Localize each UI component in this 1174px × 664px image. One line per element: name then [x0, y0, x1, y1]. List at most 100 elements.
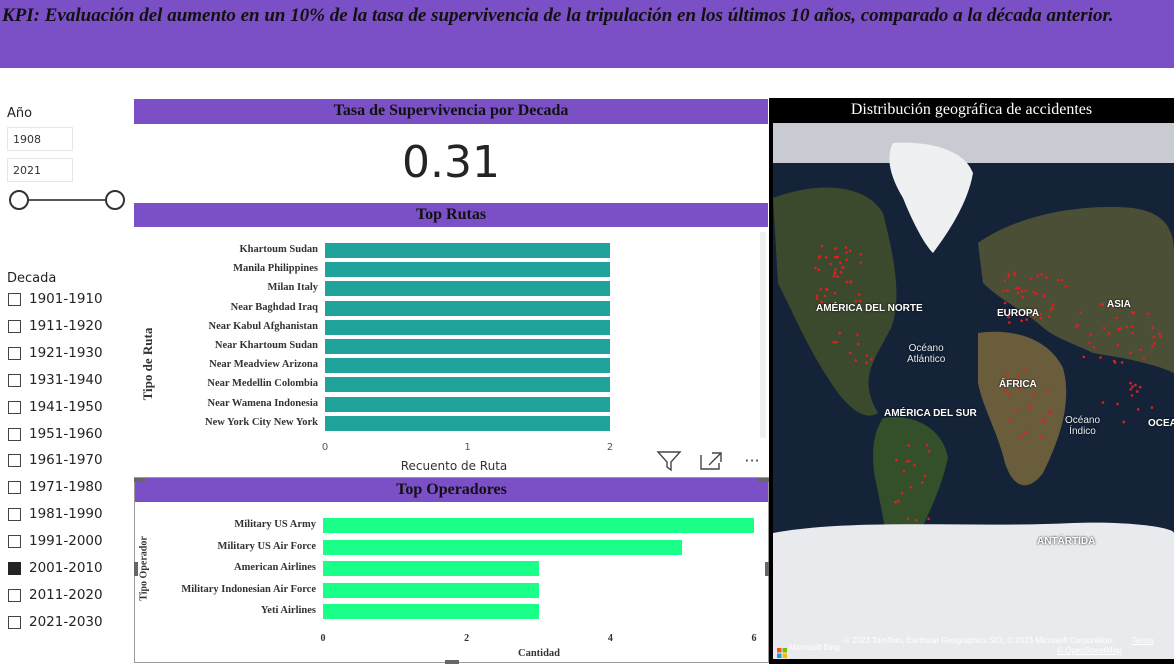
decade-option-label: 1941-1950: [29, 398, 103, 415]
map-region-label: EUROPA: [997, 308, 1040, 319]
decade-option-label: 1991-2000: [29, 533, 103, 550]
map-terms-link[interactable]: Terms: [1132, 636, 1154, 645]
x-tick-label: 2: [606, 442, 614, 453]
decade-option[interactable]: 1951-1960: [7, 425, 127, 447]
year-end-input[interactable]: 2021: [7, 158, 73, 182]
category-label: Military US Army: [234, 519, 316, 530]
decade-option[interactable]: 1931-1940: [7, 371, 127, 393]
resize-handle-bottom[interactable]: [445, 660, 459, 664]
decade-option[interactable]: 1911-1920: [7, 317, 127, 339]
decade-option-label: 2011-2020: [29, 586, 103, 603]
category-label: Near Baghdad Iraq: [230, 301, 318, 313]
decade-option[interactable]: 1921-1930: [7, 344, 127, 366]
map-region-label: ANTÁRTIDA: [1037, 536, 1096, 547]
bar[interactable]: [323, 582, 539, 598]
decade-option-label: 2001-2010: [29, 560, 103, 576]
category-label: Milan Italy: [267, 282, 318, 294]
category-label: Near Wamena Indonesia: [207, 397, 318, 409]
decade-checkbox[interactable]: [8, 319, 21, 333]
decade-option-label: 1961-1970: [29, 452, 103, 469]
decade-checkbox[interactable]: [8, 588, 21, 602]
decade-option-label: 1911-1920: [29, 317, 103, 334]
bar[interactable]: [325, 300, 610, 316]
filter-icon[interactable]: [656, 450, 682, 472]
bar[interactable]: [325, 262, 610, 278]
bar[interactable]: [325, 415, 610, 431]
bar[interactable]: [323, 518, 754, 533]
decade-option[interactable]: 1901-1910: [7, 290, 127, 312]
x-tick-label: 0: [320, 633, 326, 644]
year-start-input[interactable]: 1908: [7, 127, 73, 151]
decade-checkbox[interactable]: [8, 346, 21, 360]
decade-option[interactable]: 2001-2010: [7, 559, 127, 581]
top-routes-scrollbar[interactable]: [760, 232, 766, 438]
year-filter-label: Año: [7, 106, 33, 121]
resize-handle-top-right[interactable]: [757, 478, 769, 482]
resize-handle-top-left[interactable]: [134, 478, 146, 482]
decade-checkbox[interactable]: [8, 293, 21, 306]
category-label: Military US Air Force: [217, 540, 316, 552]
decade-option[interactable]: 2021-2030: [7, 613, 127, 635]
decade-checkbox[interactable]: [8, 481, 21, 495]
decade-checkbox[interactable]: [8, 400, 21, 414]
top-operators-chart: Tipo Operador Military US Army Military U…: [134, 503, 768, 663]
decade-checkbox[interactable]: [8, 454, 21, 468]
bar[interactable]: [325, 339, 610, 354]
decade-checkbox[interactable]: [8, 535, 21, 549]
bar[interactable]: [325, 377, 610, 393]
category-label: American Airlines: [234, 562, 316, 573]
decade-option[interactable]: 1991-2000: [7, 532, 127, 554]
map-region-label: ASIA: [1107, 299, 1131, 310]
decade-option[interactable]: 1961-1970: [7, 451, 127, 473]
map-osm-link[interactable]: © OpenStreetMap: [1057, 646, 1122, 655]
year-slider-start-handle[interactable]: [9, 190, 29, 210]
decade-option-label: 1921-1930: [29, 344, 103, 361]
category-label: Near Kabul Afghanistan: [208, 320, 319, 332]
bar[interactable]: [325, 319, 610, 335]
kpi-banner-text: KPI: Evaluación del aumento en un 10% de…: [2, 5, 1114, 26]
map-ocean-label-line: Atlántico: [907, 354, 946, 365]
bar[interactable]: [325, 281, 610, 297]
top-operators-xlabel: Cantidad: [517, 648, 560, 659]
map-attribution: © 2023 TomTom, Earthstar Geographics SIO…: [844, 636, 1114, 645]
decade-option[interactable]: 1941-1950: [7, 398, 127, 420]
decade-filter-label: Decada: [7, 271, 57, 286]
decade-checkbox[interactable]: [8, 562, 21, 575]
x-tick-label: 4: [607, 633, 613, 644]
decade-checkbox[interactable]: [8, 615, 21, 629]
year-slider-track[interactable]: [20, 199, 116, 201]
category-label: Khartoum Sudan: [239, 244, 318, 255]
x-tick-label: 6: [751, 633, 757, 644]
category-label: Near Khartoum Sudan: [214, 340, 318, 351]
decade-checkbox[interactable]: [8, 373, 21, 387]
decade-option[interactable]: 1971-1980: [7, 478, 127, 500]
decade-option[interactable]: 2011-2020: [7, 586, 127, 608]
more-options-button[interactable]: ···: [739, 450, 765, 472]
top-routes-chart: Tipo de Ruta Khartoum Sudan Manila Philip…: [134, 228, 768, 474]
bar[interactable]: [325, 358, 610, 374]
map-region-label: OCEA: [1148, 418, 1174, 429]
decade-option-label: 1931-1940: [29, 371, 103, 388]
bar[interactable]: [325, 396, 610, 412]
category-label: Near Medellin Colombia: [207, 378, 318, 390]
map-ocean-label-line: Océano: [1065, 415, 1101, 426]
survival-card-title: Tasa de Supervivencia por Decada: [134, 99, 768, 124]
resize-handle-left[interactable]: [134, 562, 138, 576]
category-label: Manila Philippines: [233, 263, 318, 275]
decade-option[interactable]: 1981-1990: [7, 505, 127, 527]
bar[interactable]: [323, 539, 683, 555]
x-tick-label: 0: [321, 442, 329, 453]
year-slider-end-handle[interactable]: [105, 190, 125, 210]
decade-option-label: 1951-1960: [29, 425, 103, 442]
bar[interactable]: [325, 243, 610, 258]
category-label: Yeti Airlines: [260, 605, 316, 616]
category-label: New York City New York: [205, 416, 318, 428]
map-region-label: ÁFRICA: [999, 379, 1037, 390]
accident-map[interactable]: Distribución geográfica de accidentes AM…: [769, 98, 1174, 664]
decade-checkbox[interactable]: [8, 427, 21, 441]
decade-checkbox[interactable]: [8, 508, 21, 522]
focus-mode-icon[interactable]: [698, 450, 724, 472]
bar[interactable]: [323, 561, 539, 576]
map-ocean-label-line: Océano: [908, 343, 944, 354]
bar[interactable]: [323, 604, 539, 619]
